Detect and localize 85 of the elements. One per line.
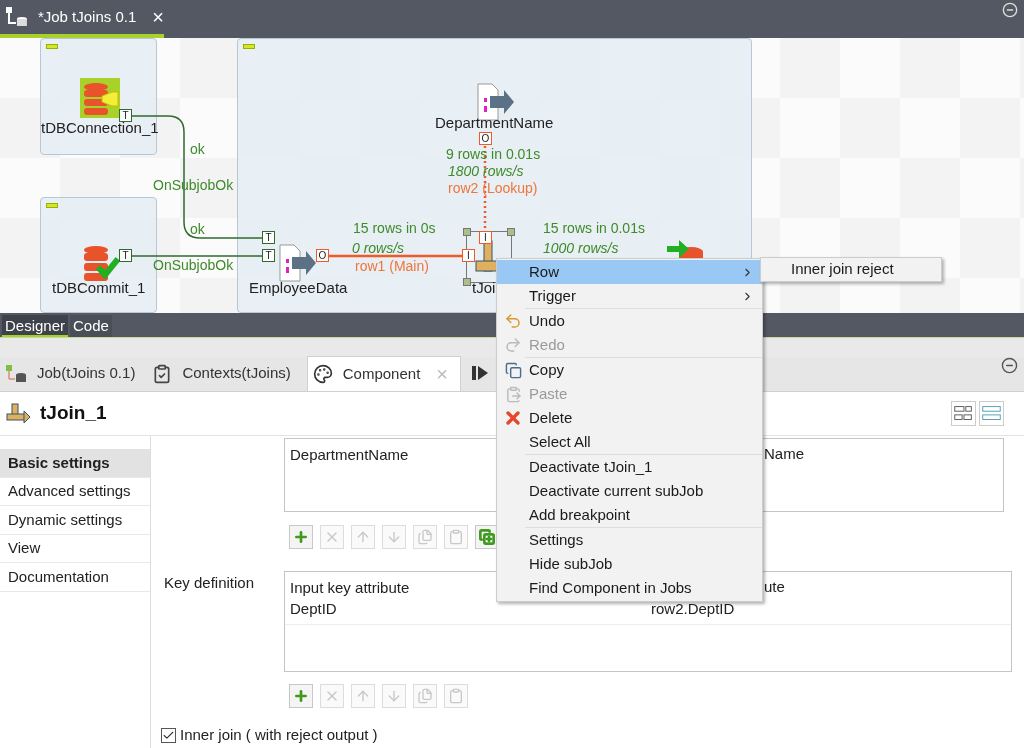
component-title: tJoin_1 <box>40 401 107 426</box>
step-icon[interactable] <box>471 365 489 381</box>
close-button[interactable]: × <box>152 2 164 32</box>
connector-port[interactable]: I <box>462 249 475 262</box>
undo-icon <box>504 312 522 330</box>
paste-icon <box>504 385 522 403</box>
link-label: 15 rows in 0.01s <box>543 220 645 237</box>
move-up-icon <box>355 688 371 704</box>
column-header: Name <box>764 444 804 464</box>
menu-item[interactable]: Settings <box>497 528 762 552</box>
link-label: 1800 rows/s <box>448 163 524 180</box>
menu-item[interactable]: Find Component in Jobs <box>497 576 762 600</box>
link-label: 15 rows in 0s <box>353 220 436 237</box>
column-header: Input key attribute <box>290 579 410 596</box>
move-down-icon <box>386 688 402 704</box>
panel-tab[interactable]: Job(tJoins 0.1) <box>0 356 148 391</box>
panel-tab[interactable]: Component × <box>306 356 461 391</box>
panel-tab[interactable]: Contexts(tJoins) <box>147 356 303 391</box>
paste-icon <box>448 688 464 704</box>
move-down-icon <box>386 529 402 545</box>
table-cell: DeptID <box>290 600 337 617</box>
link-label: row1 (Main) <box>355 258 429 275</box>
add-all-icon <box>479 529 495 545</box>
add-icon <box>293 688 309 704</box>
component-label: tDBCommit_1 <box>52 279 146 296</box>
grid-layout-icon[interactable] <box>951 401 976 426</box>
job-icon <box>5 363 27 384</box>
checkbox[interactable] <box>161 727 176 743</box>
move-up-icon <box>355 529 371 545</box>
settings-nav-item[interactable]: Basic settings <box>0 449 150 478</box>
copy-icon <box>417 529 433 545</box>
palette-icon <box>312 364 333 384</box>
component-label: EmployeeData <box>249 279 348 296</box>
menu-item[interactable]: Deactivate tJoin_1 <box>497 455 762 479</box>
menu-item[interactable]: Undo <box>497 309 762 333</box>
menu-item[interactable]: Add breakpoint <box>497 503 762 527</box>
copy-icon <box>417 688 433 704</box>
clipboard-check-icon <box>152 363 173 384</box>
menu-item[interactable]: Trigger <box>497 284 762 308</box>
menu-item[interactable]: Deactivate current subJob <box>497 479 762 503</box>
file-arrow-icon <box>278 243 318 283</box>
table-cell: row2.DeptID <box>651 600 735 617</box>
component-label: DepartmentName <box>435 114 554 131</box>
paste-icon <box>448 529 464 545</box>
menu-item[interactable]: Select All <box>497 430 762 454</box>
copy-icon <box>504 361 522 379</box>
connector-port[interactable]: T <box>262 231 275 244</box>
list-layout-icon[interactable] <box>979 401 1004 426</box>
job-icon <box>4 5 28 29</box>
minimize-icon <box>1001 357 1018 374</box>
delete-icon <box>503 408 523 428</box>
view-tab[interactable]: Code <box>70 315 112 337</box>
add-icon <box>293 529 309 545</box>
link-label: 9 rows in 0.01s <box>446 146 541 163</box>
link-label: 0 rows/s <box>352 240 405 257</box>
link-label: ok <box>190 221 205 238</box>
connector-port[interactable]: O <box>316 249 329 262</box>
menu-item[interactable]: Hide subJob <box>497 552 762 576</box>
menu-item[interactable]: Delete <box>497 406 762 430</box>
minimize-icon <box>1002 2 1018 18</box>
link-label: ok <box>190 141 205 158</box>
menu-item[interactable]: Copy <box>497 358 762 382</box>
field-label: Key definition <box>164 573 256 593</box>
component-label: tDBConnection_1 <box>41 119 159 136</box>
component-label: tJoi <box>472 279 496 296</box>
connector-port[interactable]: T <box>119 249 132 262</box>
menu-item[interactable]: Row <box>497 260 762 284</box>
toolbar-button[interactable] <box>289 525 313 549</box>
connector-port[interactable]: T <box>262 249 275 262</box>
connector-port[interactable]: I <box>479 231 492 244</box>
link-label: OnSubjobOk <box>153 257 234 274</box>
connector-port[interactable]: T <box>119 109 132 122</box>
link-label: row2 (Lookup) <box>448 180 538 197</box>
checkbox-label: Inner join ( with reject output ) <box>180 725 378 745</box>
column-header: ute <box>764 577 785 597</box>
database-icon <box>80 78 120 118</box>
connector-port[interactable]: O <box>479 132 492 145</box>
menu-item[interactable]: Inner join reject <box>761 258 941 281</box>
editor-tab-title: *Job tJoins 0.1 <box>37 6 137 27</box>
column-header: DepartmentName <box>290 446 409 463</box>
link-label: 1000 rows/s <box>543 240 619 257</box>
view-tab[interactable]: Designer <box>2 315 69 337</box>
redo-icon <box>504 336 522 354</box>
toolbar-button[interactable] <box>289 684 313 708</box>
toolbar-button[interactable] <box>475 525 499 549</box>
